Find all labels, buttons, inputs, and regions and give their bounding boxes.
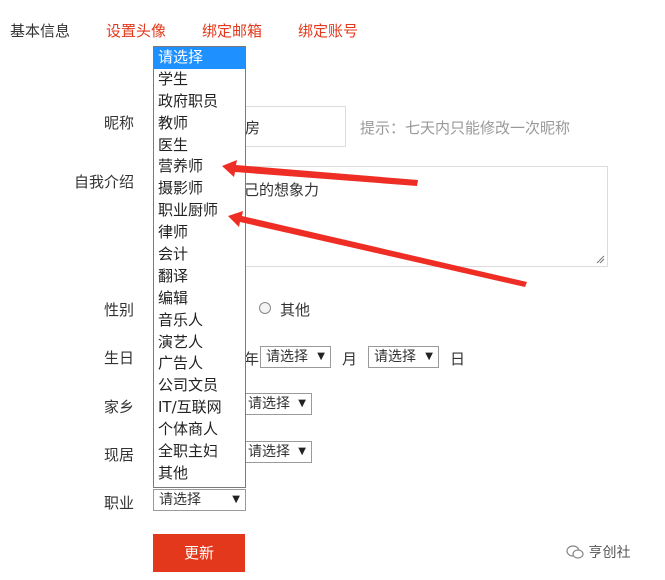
birthday-year-unit: 年 [244,350,260,368]
gender-other-label: 其他 [280,301,311,319]
tab-set-avatar[interactable]: 设置头像 [106,20,166,41]
job-option[interactable]: 其他 [154,463,245,485]
job-option[interactable]: 翻译 [154,266,245,288]
job-option[interactable]: 编辑 [154,288,245,310]
job-select[interactable]: 请选择 ▼ [153,489,246,511]
residence-select[interactable]: 请选择 ▼ [236,441,312,463]
job-option[interactable]: 摄影师 [154,178,245,200]
tab-bind-email[interactable]: 绑定邮箱 [202,20,262,41]
wechat-icon [566,545,584,559]
nickname-hint: 提示：七天内只能修改一次昵称 [360,119,571,137]
birthday-month-unit: 月 [342,350,358,368]
dropdown-arrow-icon: ▼ [425,351,433,362]
job-select-value: 请选择 [159,492,201,508]
job-option[interactable]: 广告人 [154,353,245,375]
dropdown-arrow-icon: ▼ [298,446,306,457]
update-button[interactable]: 更新 [153,534,245,572]
hometown-label: 家乡 [103,398,134,416]
intro-label: 自我介绍 [73,173,134,191]
intro-value: 己的想象力 [244,181,320,199]
job-option[interactable]: 全职主妇 [154,441,245,463]
birthday-label: 生日 [103,349,134,367]
birthday-month-select-value: 请选择 [266,349,308,365]
job-option[interactable]: 律师 [154,222,245,244]
tab-basic-info[interactable]: 基本信息 [10,20,70,41]
job-option[interactable]: 教师 [154,113,245,135]
dropdown-arrow-icon: ▼ [232,494,240,505]
hometown-select-value: 请选择 [248,396,290,412]
job-option[interactable]: 政府职员 [154,91,245,113]
watermark: 亨创社 [566,542,630,562]
job-option[interactable]: 医生 [154,135,245,157]
birthday-day-select-value: 请选择 [374,349,416,365]
residence-label: 现居 [103,446,134,464]
hometown-select[interactable]: 请选择 ▼ [236,393,312,415]
dropdown-arrow-icon: ▼ [317,351,325,362]
birthday-day-unit: 日 [450,350,466,368]
job-label: 职业 [103,494,134,512]
job-option[interactable]: 个体商人 [154,419,245,441]
gender-label: 性别 [103,301,134,319]
job-option[interactable]: 会计 [154,244,245,266]
tab-bind-account[interactable]: 绑定账号 [298,20,358,41]
birthday-day-select[interactable]: 请选择 ▼ [368,346,439,368]
gender-other-radio[interactable] [259,302,271,314]
job-option[interactable]: 公司文员 [154,375,245,397]
nickname-value: 房 [245,119,261,137]
birthday-month-select[interactable]: 请选择 ▼ [260,346,331,368]
job-option[interactable]: 职业厨师 [154,200,245,222]
dropdown-arrow-icon: ▼ [298,398,306,409]
job-option[interactable]: 演艺人 [154,332,245,354]
job-option[interactable]: 请选择 [154,47,245,69]
residence-select-value: 请选择 [248,444,290,460]
job-dropdown-list[interactable]: 请选择 学生 政府职员 教师 医生 营养师 摄影师 职业厨师 律师 会计 翻译 编辑 音乐人 演艺人 广告人… [153,46,246,488]
resize-handle-icon[interactable] [596,255,605,264]
job-option[interactable]: 学生 [154,69,245,91]
job-option[interactable]: 音乐人 [154,310,245,332]
job-option[interactable]: 营养师 [154,156,245,178]
watermark-text: 亨创社 [588,545,631,561]
job-option[interactable]: IT/互联网 [154,397,245,419]
nickname-label: 昵称 [103,114,134,132]
